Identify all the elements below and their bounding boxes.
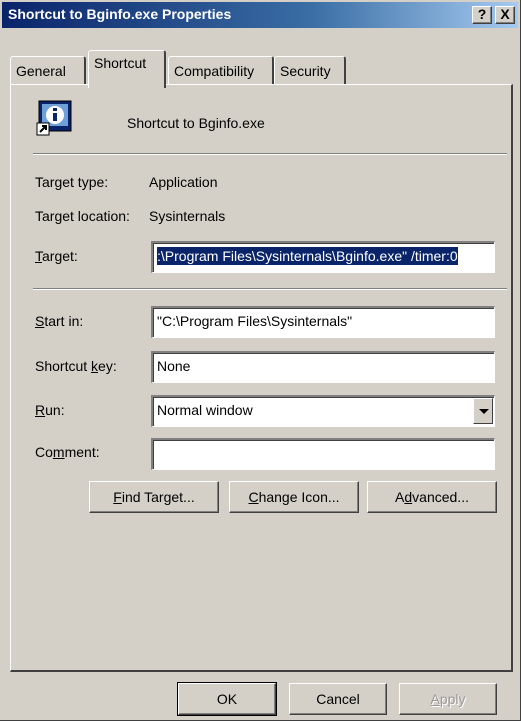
button-label: pply — [439, 691, 466, 707]
start-in-input[interactable]: "C:\Program Files\Sysinternals" — [151, 306, 495, 338]
comment-label: Comment: — [35, 444, 100, 460]
button-label: A — [395, 489, 405, 505]
mnemonic: C — [248, 489, 259, 505]
target-type-value: Application — [149, 174, 218, 190]
shortcut-key-label: Shortcut key: — [35, 358, 117, 374]
label-text: Co — [35, 444, 53, 460]
target-type-label: Target type: — [35, 174, 109, 190]
button-label: vanced... — [412, 489, 469, 505]
window-title: Shortcut to Bginfo.exe Properties — [8, 6, 232, 22]
bginfo-shortcut-icon — [36, 100, 72, 136]
label-text: arget: — [42, 248, 78, 264]
separator — [33, 153, 507, 155]
run-value: Normal window — [157, 402, 253, 418]
mnemonic: T — [35, 248, 42, 264]
tab-general[interactable]: General — [10, 56, 86, 84]
tab-label: General — [16, 63, 66, 79]
tab-label: Compatibility — [174, 63, 255, 79]
separator — [33, 288, 507, 290]
shortcut-key-value: None — [157, 358, 191, 374]
properties-dialog: Shortcut to Bginfo.exe Properties ? X Ge… — [0, 0, 521, 721]
comment-input[interactable] — [151, 438, 495, 470]
mnemonic: d — [404, 489, 413, 505]
tab-label: Security — [280, 63, 331, 79]
target-value: :\Program Files\Sysinternals\Bginfo.exe"… — [157, 247, 458, 265]
mnemonic: k — [91, 358, 99, 374]
advanced-button[interactable]: Advanced... — [367, 481, 497, 513]
label-text: ey: — [98, 358, 117, 374]
target-location-value: Sysinternals — [149, 208, 226, 224]
button-label: ind Target... — [121, 489, 195, 505]
mnemonic: m — [52, 444, 65, 460]
target-location-label: Target location: — [35, 208, 130, 224]
target-label: Target: — [35, 248, 78, 264]
shortcut-name: Shortcut to Bginfo.exe — [127, 115, 265, 131]
start-in-value: "C:\Program Files\Sysinternals" — [157, 313, 353, 329]
tab-compatibility[interactable]: Compatibility — [168, 56, 274, 84]
label-text: tart in: — [44, 313, 84, 329]
find-target-button[interactable]: Find Target... — [89, 481, 219, 513]
shortcut-key-input[interactable]: None — [151, 351, 495, 383]
apply-button[interactable]: Apply — [399, 683, 497, 715]
shortcut-tab-panel: Shortcut to Bginfo.exe Target type: Appl… — [10, 84, 513, 672]
close-button[interactable]: X — [495, 6, 515, 24]
label-text: Shortcut — [35, 358, 92, 374]
chevron-down-icon[interactable] — [473, 398, 493, 424]
button-label: hange Icon... — [258, 489, 340, 505]
button-label: OK — [216, 691, 238, 707]
change-icon-button[interactable]: Change Icon... — [229, 481, 359, 513]
title-bar: Shortcut to Bginfo.exe Properties ? X — [2, 2, 518, 28]
mnemonic: F — [113, 489, 122, 505]
help-button[interactable]: ? — [472, 6, 492, 24]
label-text: un: — [45, 402, 65, 418]
tab-shortcut[interactable]: Shortcut — [88, 50, 166, 88]
cancel-button[interactable]: Cancel — [289, 683, 387, 715]
label-text: ment: — [64, 444, 100, 460]
mnemonic: R — [35, 402, 46, 418]
tab-label: Shortcut — [94, 55, 147, 71]
ok-button[interactable]: OK — [177, 682, 277, 716]
run-label: Run: — [35, 402, 65, 418]
run-select[interactable]: Normal window — [151, 395, 495, 427]
start-in-label: Start in: — [35, 313, 83, 329]
tab-security[interactable]: Security — [274, 56, 346, 84]
target-input[interactable]: :\Program Files\Sysinternals\Bginfo.exe"… — [151, 241, 495, 273]
mnemonic: A — [430, 691, 440, 707]
mnemonic: S — [35, 313, 45, 329]
button-label: Cancel — [316, 691, 360, 707]
